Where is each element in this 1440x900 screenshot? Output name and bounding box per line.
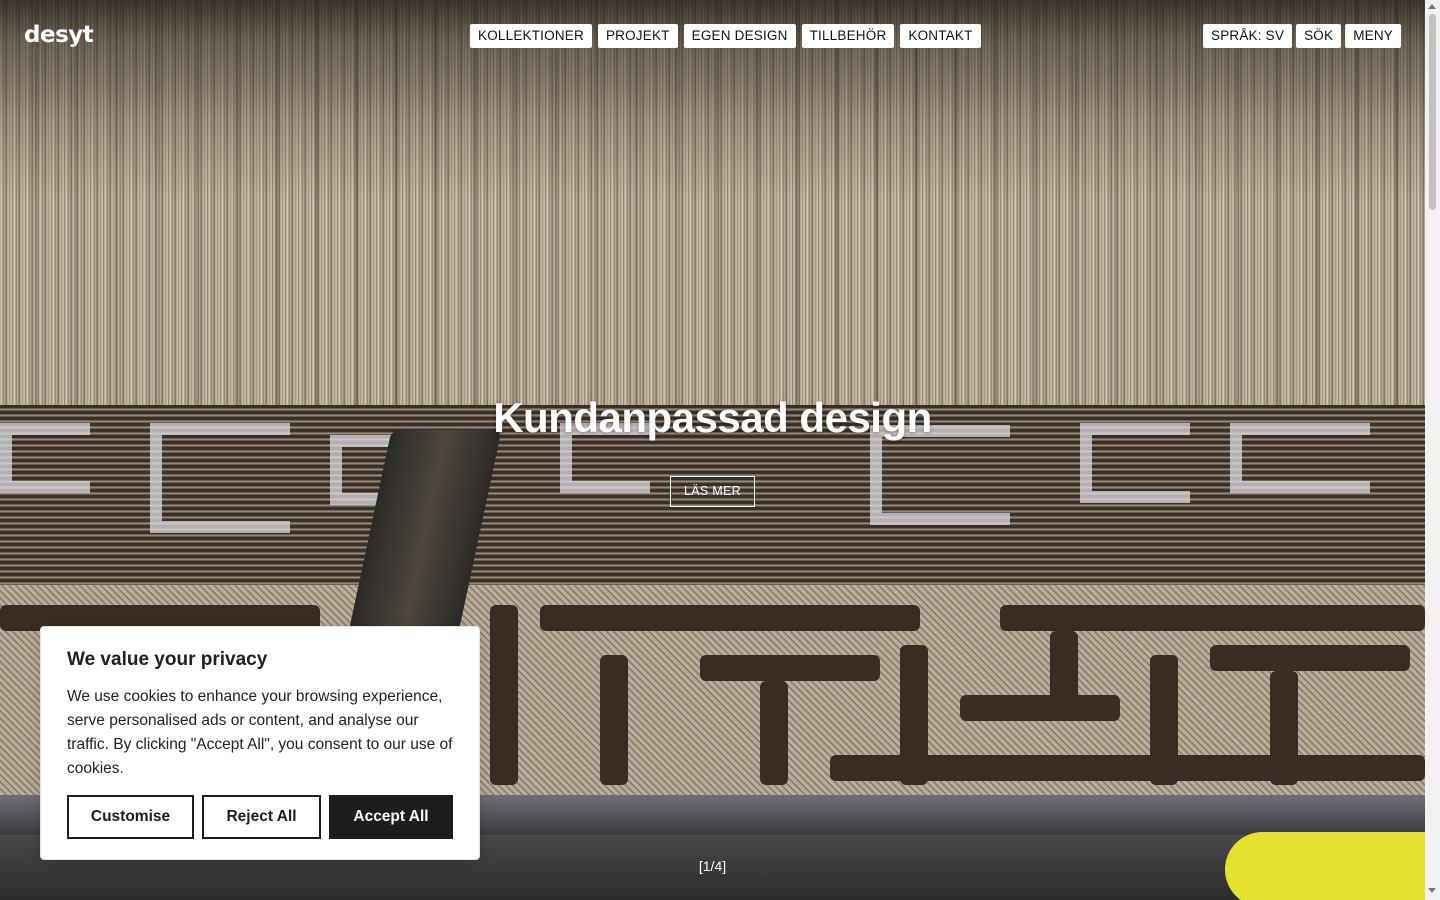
language-button[interactable]: SPRÅK: SV — [1202, 24, 1293, 48]
main-nav: KOLLEKTIONER PROJEKT EGEN DESIGN TILLBEH… — [470, 24, 981, 48]
utility-nav: SPRÅK: SV SÖK MENY — [1202, 24, 1401, 48]
site-logo[interactable]: desyt — [24, 22, 94, 48]
cookie-text: We use cookies to enhance your browsing … — [67, 688, 453, 777]
page-scrollbar[interactable] — [1425, 0, 1440, 900]
cookie-title: We value your privacy — [67, 649, 268, 670]
yellow-roller — [1225, 832, 1425, 900]
menu-button[interactable]: MENY — [1345, 24, 1401, 48]
customise-button[interactable]: Customise — [67, 795, 194, 839]
nav-item-kollektioner[interactable]: KOLLEKTIONER — [470, 24, 592, 48]
scroll-up-arrow-icon[interactable] — [1428, 4, 1436, 9]
nav-item-kontakt[interactable]: KONTAKT — [900, 24, 981, 48]
cookie-actions: Customise Reject All Accept All — [67, 795, 453, 839]
scrollbar-thumb[interactable] — [1429, 14, 1436, 210]
nav-item-egen-design[interactable]: EGEN DESIGN — [683, 24, 796, 48]
accept-all-button[interactable]: Accept All — [329, 795, 453, 839]
reject-all-button[interactable]: Reject All — [202, 795, 321, 839]
scroll-down-arrow-icon[interactable] — [1428, 888, 1436, 893]
read-more-button[interactable]: LÄS MER — [670, 476, 755, 507]
slide-counter: [1/4] — [698, 858, 727, 874]
warp-threads — [0, 0, 1425, 410]
nav-item-projekt[interactable]: PROJEKT — [597, 24, 678, 48]
hero-title: Kundanpassad design — [493, 394, 932, 441]
cookie-consent-banner: We value your privacy We use cookies to … — [40, 626, 480, 860]
nav-item-tillbehor[interactable]: TILLBEHÖR — [801, 24, 895, 48]
search-button[interactable]: SÖK — [1296, 24, 1342, 48]
